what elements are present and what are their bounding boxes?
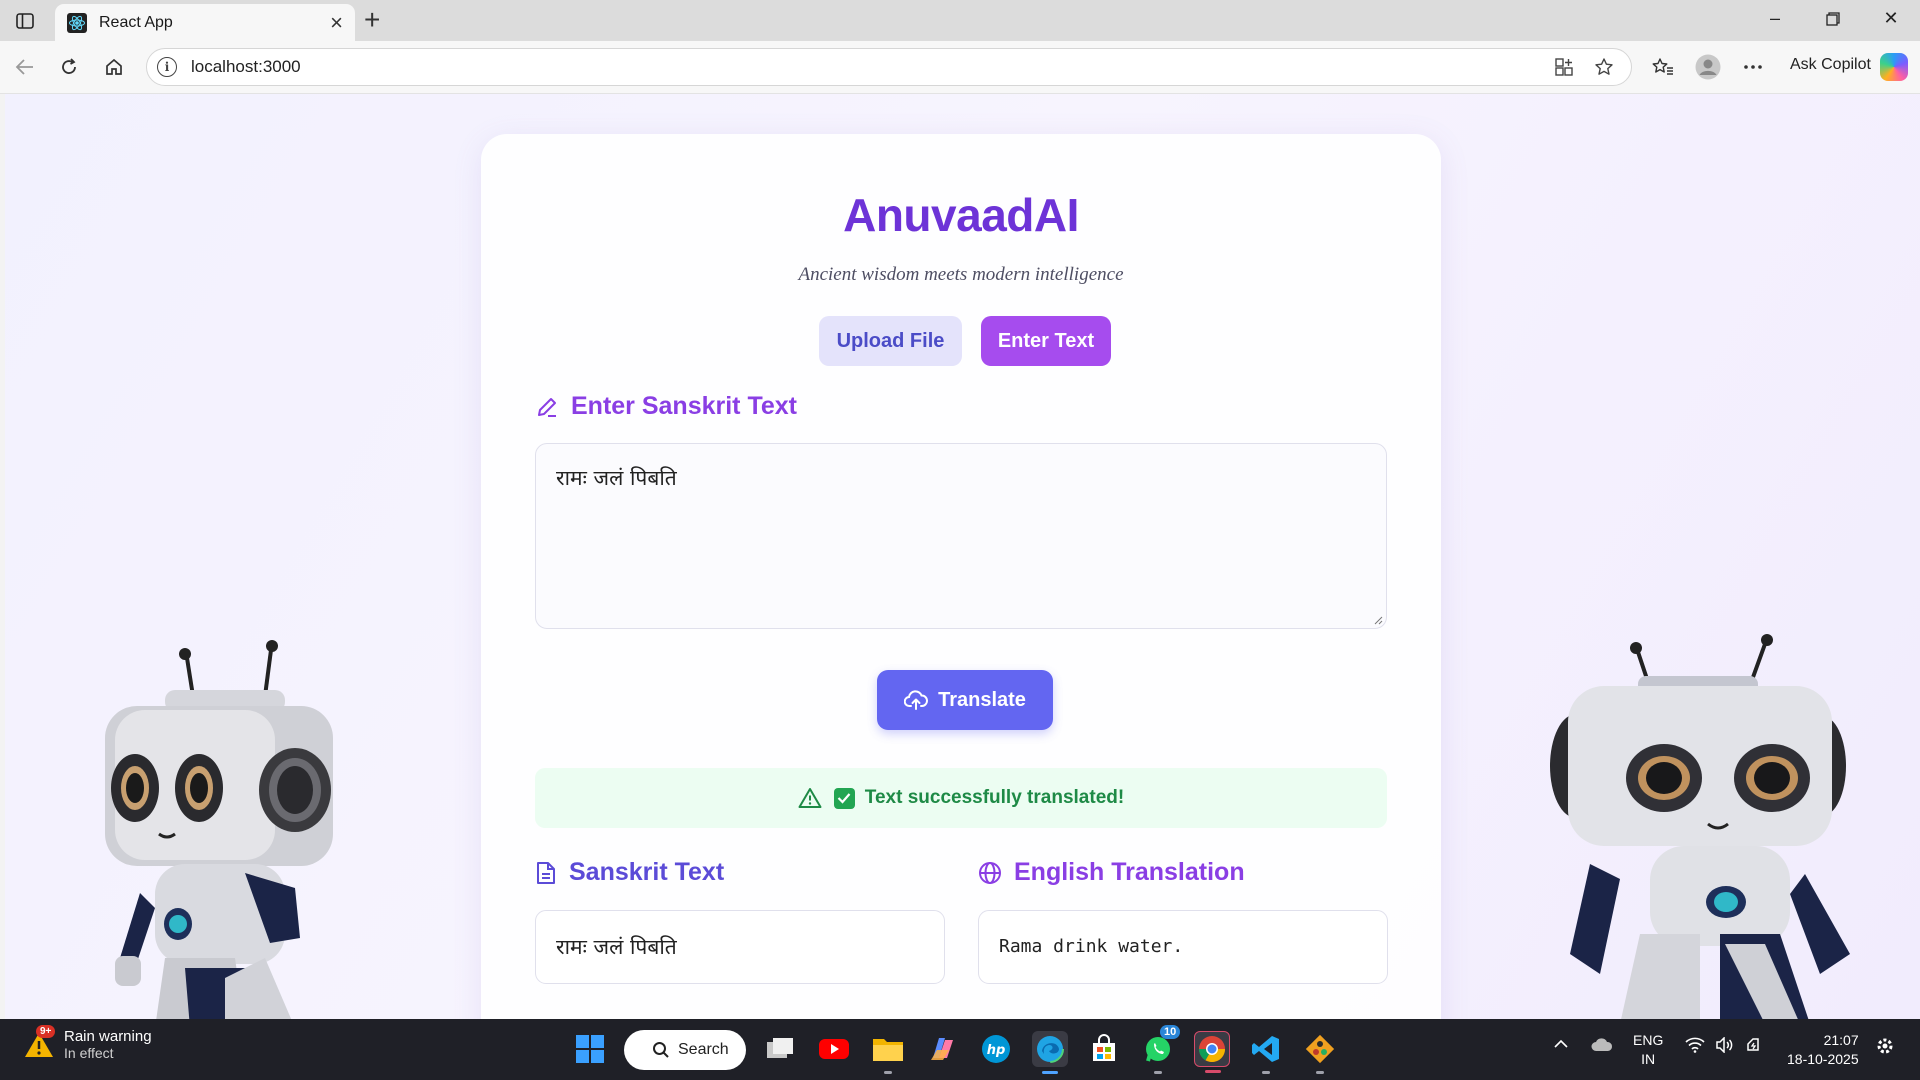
app-available-icon[interactable]: [1551, 54, 1577, 80]
sanskrit-output-heading: Sanskrit Text: [535, 858, 724, 887]
refresh-icon[interactable]: [56, 54, 82, 80]
tab-actions-icon[interactable]: [12, 9, 38, 33]
folder-icon: [873, 1039, 903, 1061]
translate-button[interactable]: Translate: [877, 670, 1053, 730]
success-text: Text successfully translated!: [864, 787, 1125, 808]
git-gui-icon: [1305, 1034, 1335, 1064]
edge-icon: [1036, 1035, 1064, 1063]
favorites-icon[interactable]: [1650, 54, 1676, 80]
hp-icon: hp: [982, 1035, 1010, 1063]
sanskrit-output-heading-label: Sanskrit Text: [569, 858, 725, 886]
profile-avatar-icon[interactable]: [1695, 54, 1721, 80]
page-viewport: AnuvaadAI Ancient wisdom meets modern in…: [5, 94, 1920, 1019]
copilot-icon[interactable]: [1880, 53, 1908, 81]
taskbar-search[interactable]: Search: [624, 1030, 746, 1070]
close-tab-icon[interactable]: ×: [330, 11, 343, 34]
app-title: AnuvaadAI: [843, 189, 1079, 241]
language-line1: ENG: [1633, 1032, 1664, 1048]
react-icon: [67, 12, 87, 33]
vscode-icon: [1252, 1036, 1279, 1062]
browser-tab[interactable]: React App ×: [55, 4, 355, 41]
clock-date: 18-10-2025: [1787, 1051, 1859, 1067]
store-icon: [1093, 1034, 1115, 1061]
input-heading: Enter Sanskrit Text: [535, 392, 797, 421]
minimize-icon[interactable]: –: [1760, 8, 1790, 29]
robot-illustration-left: [105, 640, 333, 1019]
cloud-upload-icon: [904, 690, 929, 710]
english-output-heading-label: English Translation: [1014, 858, 1245, 886]
home-icon[interactable]: [101, 54, 127, 80]
copilot-app[interactable]: [924, 1031, 960, 1067]
onedrive-icon[interactable]: [1590, 1036, 1614, 1058]
copilot-app-icon: [931, 1038, 953, 1060]
pencil-icon: [538, 397, 556, 417]
file-explorer-app[interactable]: [870, 1031, 906, 1074]
windows-icon: [576, 1035, 604, 1063]
tab-title: React App: [99, 13, 173, 31]
clock[interactable]: 21:07 18-10-2025: [1787, 1031, 1859, 1069]
weather-widget[interactable]: 9+ Rain warning In effect: [22, 1025, 152, 1061]
settings-gear-icon[interactable]: [1875, 1036, 1895, 1060]
weather-subtitle: In effect: [64, 1044, 114, 1061]
task-view-button[interactable]: [762, 1031, 798, 1067]
translator-card: AnuvaadAI Ancient wisdom meets modern in…: [481, 134, 1441, 1019]
ask-copilot-button[interactable]: Ask Copilot: [1790, 56, 1871, 74]
chrome-app[interactable]: [1194, 1031, 1230, 1073]
svg-text:hp: hp: [987, 1043, 1006, 1058]
english-output-box: Rama drink water.: [978, 910, 1388, 984]
resize-grip-icon[interactable]: [1373, 615, 1383, 625]
show-hidden-icons[interactable]: [1553, 1037, 1569, 1054]
english-output-heading: English Translation: [978, 858, 1245, 887]
translate-button-label: Translate: [938, 688, 1026, 711]
hp-app[interactable]: hp: [978, 1031, 1014, 1067]
sanskrit-output-box: रामः जलं पिबति: [535, 910, 945, 984]
store-app[interactable]: [1086, 1031, 1122, 1067]
start-button[interactable]: [572, 1031, 608, 1067]
upload-file-button[interactable]: Upload File: [819, 316, 962, 366]
back-icon[interactable]: [12, 54, 38, 80]
app-subtitle: Ancient wisdom meets modern intelligence: [798, 264, 1124, 285]
rain-warning-icon: 9+: [22, 1025, 56, 1061]
weather-title: Rain warning: [64, 1027, 152, 1045]
document-icon: [537, 861, 555, 884]
vscode-app[interactable]: [1248, 1031, 1284, 1074]
whatsapp-badge: 10: [1160, 1025, 1181, 1039]
more-menu-icon[interactable]: [1740, 54, 1766, 80]
weather-badge: 9+: [36, 1025, 56, 1038]
taskbar-search-label: Search: [678, 1041, 729, 1058]
search-icon: [653, 1042, 669, 1058]
language-line2: IN: [1641, 1051, 1656, 1067]
task-view-icon: [767, 1038, 793, 1058]
battery-icon[interactable]: [1745, 1037, 1765, 1057]
chrome-icon: [1198, 1036, 1226, 1063]
new-tab-icon[interactable]: +: [364, 6, 380, 34]
youtube-icon: [819, 1039, 849, 1059]
git-app[interactable]: [1302, 1031, 1338, 1074]
address-bar[interactable]: i localhost:3000: [146, 48, 1632, 86]
wifi-icon[interactable]: [1685, 1037, 1705, 1057]
sanskrit-input-value: रामः जलं पिबति: [556, 466, 677, 490]
enter-text-button[interactable]: Enter Text: [981, 316, 1111, 366]
restore-icon[interactable]: [1818, 8, 1848, 31]
tab-strip: React App × + – ✕: [0, 0, 1920, 41]
success-message: Text successfully translated!: [535, 768, 1387, 828]
taskbar: 9+ Rain warning In effect Search hp 10 E…: [0, 1019, 1920, 1080]
clock-time: 21:07: [1823, 1032, 1859, 1048]
robot-illustration-right: [1550, 634, 1850, 1019]
check-mark-icon: [833, 787, 855, 809]
youtube-app[interactable]: [816, 1031, 852, 1067]
url-text[interactable]: localhost:3000: [191, 57, 1551, 77]
volume-icon[interactable]: [1715, 1036, 1735, 1057]
warning-triangle-icon: [798, 787, 822, 809]
site-info-icon[interactable]: i: [157, 57, 177, 77]
favorite-star-icon[interactable]: [1591, 54, 1617, 80]
whatsapp-app[interactable]: 10: [1140, 1025, 1181, 1074]
input-heading-label: Enter Sanskrit Text: [571, 392, 798, 420]
language-indicator[interactable]: ENG IN: [1633, 1031, 1663, 1069]
edge-app[interactable]: [1032, 1031, 1068, 1074]
close-window-icon[interactable]: ✕: [1876, 8, 1906, 29]
globe-icon: [979, 861, 1001, 884]
sanskrit-text-input[interactable]: रामः जलं पिबति: [535, 443, 1387, 629]
toolbar: i localhost:3000 Ask Copilot: [0, 41, 1920, 94]
